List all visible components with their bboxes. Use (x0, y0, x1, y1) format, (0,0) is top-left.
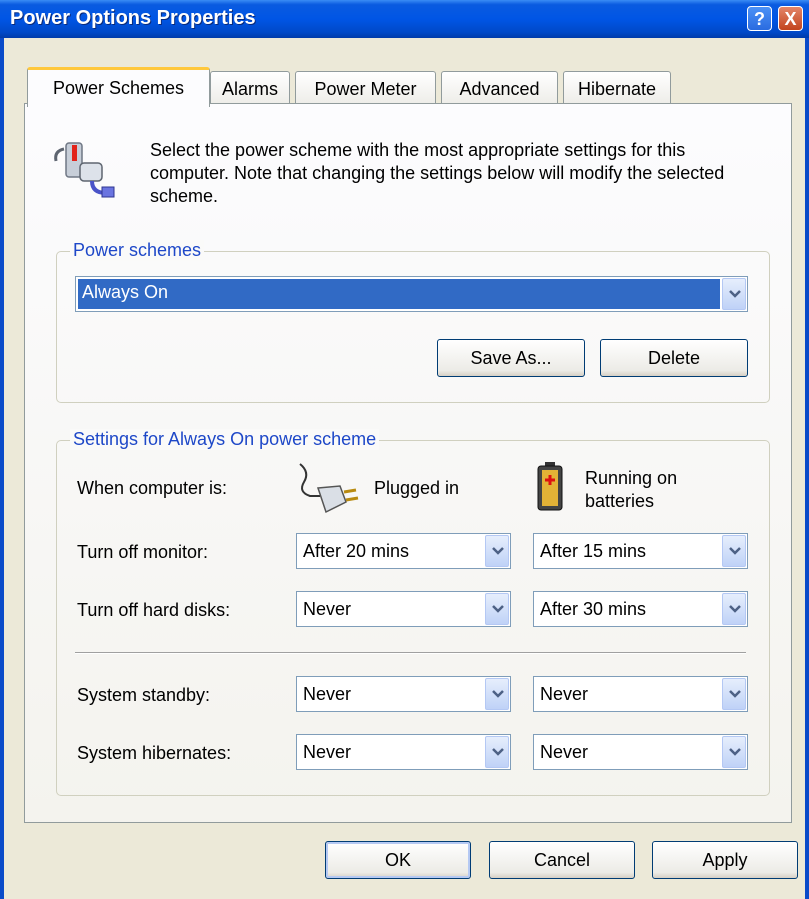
window-border-right (805, 38, 809, 899)
help-button[interactable]: ? (747, 6, 772, 31)
power-options-window: Power Options Properties ? X Power Schem… (0, 0, 809, 899)
chevron-down-icon[interactable] (722, 678, 746, 710)
tab-power-schemes[interactable]: Power Schemes (27, 67, 210, 107)
tab-hibernate[interactable]: Hibernate (563, 71, 671, 107)
settings-divider (75, 652, 746, 654)
system-hibernates-label: System hibernates: (77, 743, 232, 763)
power-schemes-group-label: Power schemes (70, 240, 205, 261)
running-on-batteries-label: Running on batteries (585, 467, 677, 513)
title-bar[interactable]: Power Options Properties ? X (0, 0, 809, 38)
turn-off-monitor-label: Turn off monitor: (77, 542, 209, 562)
chevron-down-icon[interactable] (485, 535, 509, 567)
apply-button[interactable]: Apply (652, 841, 798, 879)
standby-battery-value: Never (540, 684, 589, 704)
monitor-battery-value: After 15 mins (540, 541, 647, 561)
standby-plugged-value: Never (303, 684, 352, 704)
window-border-left (0, 38, 4, 899)
plugged-in-label: Plugged in (374, 478, 460, 498)
tab-power-meter[interactable]: Power Meter (295, 71, 436, 107)
battery-label-line1: Running on (585, 468, 678, 488)
hibernate-battery-select[interactable]: Never (533, 734, 748, 770)
hard-disks-plugged-select[interactable]: Never (296, 591, 511, 627)
cancel-button[interactable]: Cancel (489, 841, 635, 879)
power-options-icon (54, 142, 115, 198)
delete-button[interactable]: Delete (600, 339, 748, 377)
plug-icon (299, 463, 359, 514)
chevron-down-icon[interactable] (485, 736, 509, 768)
ok-button[interactable]: OK (325, 841, 471, 879)
system-standby-label: System standby: (77, 685, 211, 705)
window-title: Power Options Properties (10, 7, 256, 29)
hard-disks-battery-value: After 30 mins (540, 599, 647, 619)
tab-advanced[interactable]: Advanced (441, 71, 558, 107)
battery-label-line2: batteries (585, 491, 655, 511)
hard-disks-battery-select[interactable]: After 30 mins (533, 591, 748, 627)
standby-plugged-select[interactable]: Never (296, 676, 511, 712)
chevron-down-icon[interactable] (722, 535, 746, 567)
when-computer-is-label: When computer is: (77, 478, 228, 498)
power-scheme-value: Always On (78, 279, 720, 309)
chevron-down-icon[interactable] (485, 593, 509, 625)
settings-group-label: Settings for Always On power scheme (70, 429, 380, 450)
close-button[interactable]: X (778, 6, 803, 31)
hibernate-plugged-value: Never (303, 742, 352, 762)
chevron-down-icon[interactable] (722, 278, 746, 310)
chevron-down-icon[interactable] (722, 736, 746, 768)
power-schemes-group (56, 251, 770, 403)
tab-alarms[interactable]: Alarms (210, 71, 290, 107)
monitor-plugged-select[interactable]: After 20 mins (296, 533, 511, 569)
battery-icon (537, 462, 563, 511)
description-text: Select the power scheme with the most ap… (150, 140, 725, 206)
chevron-down-icon[interactable] (722, 593, 746, 625)
hard-disks-plugged-value: Never (303, 599, 352, 619)
monitor-plugged-value: After 20 mins (303, 541, 410, 561)
standby-battery-select[interactable]: Never (533, 676, 748, 712)
turn-off-hard-disks-label: Turn off hard disks: (77, 600, 231, 620)
hibernate-plugged-select[interactable]: Never (296, 734, 511, 770)
chevron-down-icon[interactable] (485, 678, 509, 710)
power-scheme-select[interactable]: Always On (75, 276, 748, 312)
save-as-button[interactable]: Save As... (437, 339, 585, 377)
hibernate-battery-value: Never (540, 742, 589, 762)
monitor-battery-select[interactable]: After 15 mins (533, 533, 748, 569)
